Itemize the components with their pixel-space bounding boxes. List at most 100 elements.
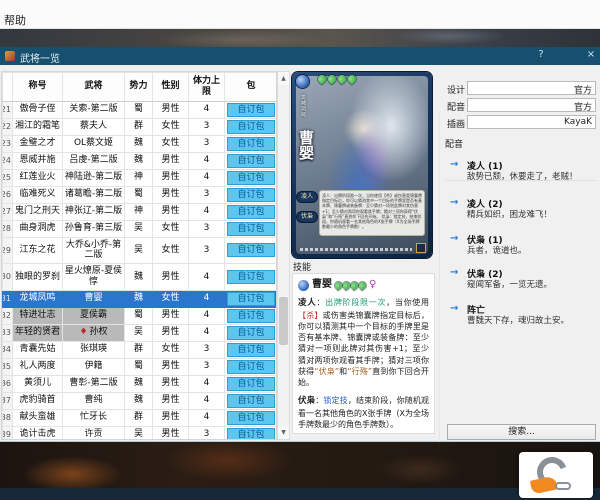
hp-cell[interactable]: 4	[188, 323, 225, 342]
gender-cell[interactable]: 女性	[152, 289, 189, 308]
col-header-5[interactable]: 包	[224, 72, 276, 102]
faction-cell[interactable]: 群	[124, 408, 153, 427]
hp-cell[interactable]: 3	[188, 236, 225, 265]
faction-cell[interactable]: 魏	[124, 151, 153, 170]
dialog-titlebar[interactable]: 武将一览 ? ×	[0, 47, 600, 65]
gender-cell[interactable]: 男性	[152, 100, 189, 119]
hero-title-cell[interactable]: 诡计击虎	[12, 425, 63, 439]
row-id[interactable]: 434	[2, 340, 13, 359]
pack-button[interactable]: 自订包	[227, 291, 275, 306]
faction-cell[interactable]: 蜀	[124, 357, 153, 376]
pack-button[interactable]: 自订包	[227, 342, 275, 357]
pack-button[interactable]: 自订包	[227, 359, 275, 374]
hp-cell[interactable]: 4	[188, 202, 225, 221]
row-id[interactable]: 435	[2, 357, 13, 376]
hero-name-cell[interactable]: 诸葛瞻-第二版	[62, 185, 125, 204]
illustration-input[interactable]: KayaK	[467, 115, 596, 129]
pack-button[interactable]: 自订包	[227, 102, 275, 117]
row-id[interactable]: 439	[2, 425, 13, 439]
table-row[interactable]: 437虎豹骑首曹纯魏男性4自订包	[2, 391, 276, 410]
hp-cell[interactable]: 3	[188, 357, 225, 376]
row-id[interactable]: 422	[2, 117, 13, 136]
gender-cell[interactable]: 女性	[152, 219, 189, 238]
hero-title-cell[interactable]: 青囊先姑	[12, 340, 63, 359]
table-row[interactable]: 439诡计击虎许贡吴男性3自订包	[2, 425, 276, 439]
row-id[interactable]: 431	[2, 289, 13, 308]
hero-name-cell[interactable]: 孙鲁育-第三版	[62, 219, 125, 238]
pack-button[interactable]: 自订包	[227, 170, 275, 185]
close-icon[interactable]: ×	[584, 49, 598, 60]
gender-cell[interactable]: 男性	[152, 306, 189, 325]
pack-button[interactable]: 自订包	[227, 269, 275, 284]
hero-title-cell[interactable]: 黄须儿	[12, 374, 63, 393]
pack-button[interactable]: 自订包	[227, 204, 275, 219]
faction-cell[interactable]: 吴	[124, 219, 153, 238]
table-row[interactable]: 433年轻的贤君♦孙权吴男性4自订包	[2, 323, 276, 342]
hero-title-cell[interactable]: 特进壮志	[12, 306, 63, 325]
pack-button[interactable]: 自订包	[227, 308, 275, 323]
hero-name-cell[interactable]: 伊籍	[62, 357, 125, 376]
hero-title-cell[interactable]: 临难死义	[12, 185, 63, 204]
hero-title-cell[interactable]: 虎豹骑首	[12, 391, 63, 410]
hero-name-cell[interactable]: 蔡夫人	[62, 117, 125, 136]
faction-cell[interactable]: 魏	[124, 374, 153, 393]
faction-cell[interactable]: 吴	[124, 425, 153, 439]
table-row[interactable]: 435礼人两度伊籍蜀男性3自订包	[2, 357, 276, 376]
voice-input[interactable]: 官方	[467, 98, 596, 113]
row-id[interactable]: 438	[2, 408, 13, 427]
hero-title-cell[interactable]: 礼人两度	[12, 357, 63, 376]
gender-cell[interactable]: 女性	[152, 134, 189, 153]
hero-title-cell[interactable]: 傲骨子侄	[12, 100, 63, 119]
gender-cell[interactable]: 女性	[152, 236, 189, 265]
hp-cell[interactable]: 4	[188, 306, 225, 325]
help-button[interactable]: ?	[534, 49, 548, 60]
hp-cell[interactable]: 3	[188, 185, 225, 204]
hero-name-cell[interactable]: OL蔡文姬	[62, 134, 125, 153]
row-id[interactable]: 426	[2, 185, 13, 204]
table-row[interactable]: 430独眼的罗刹星火燎原-夏侯惇魏男性4自订包	[2, 263, 276, 291]
hp-cell[interactable]: 3	[188, 340, 225, 359]
hero-name-cell[interactable]: 神陆逊-第二版	[62, 168, 125, 187]
gender-cell[interactable]: 女性	[152, 340, 189, 359]
col-header-4[interactable]: 体力上限	[188, 72, 225, 102]
pack-button[interactable]: 自订包	[227, 243, 275, 258]
row-id[interactable]: 433	[2, 323, 13, 342]
faction-cell[interactable]: 神	[124, 202, 153, 221]
gender-cell[interactable]: 男性	[152, 374, 189, 393]
hero-title-cell[interactable]: 独眼的罗刹	[12, 263, 63, 291]
hero-title-cell[interactable]: 江东之花	[12, 236, 63, 265]
scroll-down-icon[interactable]: ▼	[278, 426, 289, 439]
search-button[interactable]: 搜索...	[447, 424, 596, 440]
table-row[interactable]: 432特进壮志夏侯霸蜀男性4自订包	[2, 306, 276, 325]
hero-title-cell[interactable]: 献头蛮雄	[12, 408, 63, 427]
table-row[interactable]: 431龙城凤鸣曹婴魏女性4自订包	[2, 289, 276, 308]
hero-name-cell[interactable]: 忙牙长	[62, 408, 125, 427]
table-row[interactable]: 427鬼门之刑天神张辽-第二版神男性4自订包	[2, 202, 276, 221]
pack-button[interactable]: 自订包	[227, 376, 275, 391]
gender-cell[interactable]: 男性	[152, 357, 189, 376]
gender-cell[interactable]: 男性	[152, 168, 189, 187]
table-row[interactable]: 426临难死义诸葛瞻-第二版蜀男性3自订包	[2, 185, 276, 204]
row-id[interactable]: 421	[2, 100, 13, 119]
gender-cell[interactable]: 男性	[152, 263, 189, 291]
faction-cell[interactable]: 魏	[124, 134, 153, 153]
hp-cell[interactable]: 3	[188, 117, 225, 136]
hero-name-cell[interactable]: 夏侯霸	[62, 306, 125, 325]
faction-cell[interactable]: 吴	[124, 323, 153, 342]
hero-title-cell[interactable]: 红莲业火	[12, 168, 63, 187]
pack-button[interactable]: 自订包	[227, 393, 275, 408]
faction-cell[interactable]: 魏	[124, 289, 153, 308]
pack-button[interactable]: 自订包	[227, 221, 275, 236]
row-id[interactable]: 423	[2, 134, 13, 153]
col-header-3[interactable]: 性别	[152, 72, 189, 102]
hero-title-cell[interactable]: 曲身洞虎	[12, 219, 63, 238]
pack-button[interactable]: 自订包	[227, 153, 275, 168]
hp-cell[interactable]: 4	[188, 168, 225, 187]
scroll-up-icon[interactable]: ▲	[278, 72, 289, 85]
hp-cell[interactable]: 4	[188, 408, 225, 427]
row-id[interactable]: 437	[2, 391, 13, 410]
hp-cell[interactable]: 4	[188, 374, 225, 393]
faction-cell[interactable]: 蜀	[124, 306, 153, 325]
row-id[interactable]: 430	[2, 263, 13, 291]
table-row[interactable]: 438献头蛮雄忙牙长群男性4自订包	[2, 408, 276, 427]
